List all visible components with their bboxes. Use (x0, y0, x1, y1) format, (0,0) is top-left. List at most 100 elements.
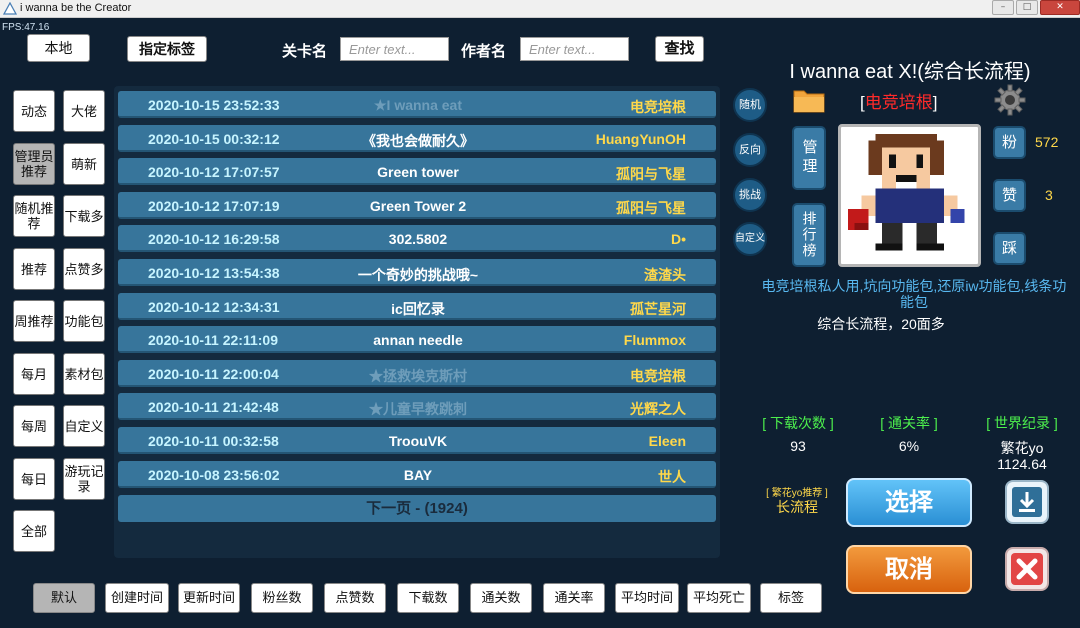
title-bar: i wanna be the Creator – □ ✕ (0, 0, 1080, 18)
level-author: D• (670, 231, 686, 248)
sidebar-item-recommended[interactable]: 推荐 (13, 248, 55, 290)
level-author: Flummox (623, 332, 686, 349)
downloads-value: 93 (790, 438, 806, 454)
level-row[interactable]: 2020-10-11 22:11:09 annan needle Flummox (118, 326, 716, 354)
ranking-button[interactable]: 排行榜 (792, 203, 826, 267)
sidebar-item-monthly[interactable]: 每月 (13, 353, 55, 395)
level-author: HuangYunOH (595, 130, 686, 147)
level-author: 孤芒星河 (630, 300, 686, 317)
clear-rate-value: 6% (898, 438, 920, 454)
sort-updated-button[interactable]: 更新时间 (178, 583, 240, 613)
level-author: 电竞培根 (630, 99, 686, 115)
level-description: 综合长流程，20面多 (817, 316, 945, 332)
level-author-tag[interactable]: [电竞培根] (860, 88, 937, 113)
select-button[interactable]: 选择 (846, 478, 972, 527)
level-row[interactable]: 2020-10-11 00:32:58 TroouVK Eleen (118, 427, 716, 454)
level-name: ★儿童早教跳刺 (369, 401, 467, 418)
manage-button[interactable]: 管理 (792, 126, 826, 190)
clear-rate-label: [ 通关率 ] (880, 415, 938, 431)
fps-counter: FPS:47.16 (2, 22, 50, 33)
level-name: BAY (403, 466, 433, 483)
sidebar-item-feed[interactable]: 动态 (13, 90, 55, 132)
sidebar-item-weekly[interactable]: 每周 (13, 405, 55, 447)
recommend-value: 长流程 (776, 499, 818, 515)
level-date: 2020-10-12 12:34:31 (148, 298, 280, 315)
like-button[interactable]: 赞 (993, 179, 1026, 212)
random-button[interactable]: 随机 (733, 88, 767, 122)
close-icon[interactable] (1005, 547, 1049, 591)
window-title: i wanna be the Creator (20, 2, 132, 14)
close-window-button[interactable]: ✕ (1040, 0, 1080, 15)
level-date: 2020-10-15 00:32:12 (148, 130, 280, 147)
level-author: 孤阳与飞星 (616, 166, 686, 183)
level-author: 孤阳与飞星 (616, 199, 686, 216)
sidebar-item-daily[interactable]: 每日 (13, 458, 55, 500)
sidebar-item-most-likes[interactable]: 点赞多 (63, 248, 105, 290)
level-title: I wanna eat X!(综合长流程) (789, 61, 1031, 83)
sidebar-item-random-picks[interactable]: 随机推荐 (13, 195, 55, 237)
custom-button[interactable]: 自定义 (733, 222, 767, 256)
avatar-pixel-art (847, 133, 965, 251)
level-date: 2020-10-12 13:54:38 (148, 265, 280, 281)
level-row[interactable]: 2020-10-08 23:56:02 BAY 世人 (118, 460, 716, 488)
download-icon[interactable] (1005, 480, 1049, 524)
sort-avg-time-button[interactable]: 平均时间 (615, 583, 679, 613)
sort-avg-deaths-button[interactable]: 平均死亡 (687, 583, 751, 613)
sidebar-item-function-packs[interactable]: 功能包 (63, 300, 105, 342)
sort-default-button[interactable]: 默认 (33, 583, 95, 613)
sort-likes-button[interactable]: 点赞数 (324, 583, 386, 613)
sidebar-item-all[interactable]: 全部 (13, 510, 55, 552)
level-row[interactable]: 2020-10-11 21:42:48 ★儿童早教跳刺 光辉之人 (118, 393, 716, 421)
sidebar-item-weekly-picks[interactable]: 周推荐 (13, 300, 55, 342)
level-row[interactable]: 2020-10-15 23:52:33 ★I wanna eat 电竞培根 (118, 91, 716, 118)
sidebar-item-admin-picks[interactable]: 管理员推荐 (13, 143, 55, 185)
sidebar-item-play-history[interactable]: 游玩记录 (63, 458, 105, 500)
level-date: 2020-10-11 00:32:58 (148, 433, 279, 449)
next-page-button[interactable]: 下一页 - (1924) (118, 495, 716, 522)
sort-downloads-button[interactable]: 下载数 (397, 583, 459, 613)
reverse-button[interactable]: 反向 (733, 133, 767, 167)
search-button[interactable]: 查找 (655, 36, 704, 62)
sidebar-item-asset-packs[interactable]: 素材包 (63, 353, 105, 395)
level-name: 《我也会做耐久》 (362, 132, 474, 149)
level-author: 电竞培根 (630, 367, 686, 384)
sort-tags-button[interactable]: 标签 (760, 583, 822, 613)
folder-icon[interactable] (793, 87, 825, 113)
level-date: 2020-10-08 23:56:02 (148, 466, 280, 483)
sidebar-item-most-downloads[interactable]: 下载多 (63, 195, 105, 237)
fans-button[interactable]: 粉 (993, 126, 1026, 159)
local-button[interactable]: 本地 (27, 34, 90, 62)
dislike-button[interactable]: 踩 (993, 232, 1026, 265)
level-date: 2020-10-11 21:42:48 (148, 399, 279, 416)
level-date: 2020-10-12 16:29:58 (148, 231, 280, 248)
level-row[interactable]: 2020-10-12 17:07:57 Green tower 孤阳与飞星 (118, 158, 716, 186)
level-date: 2020-10-15 23:52:33 (148, 97, 280, 113)
level-row[interactable]: 2020-10-12 17:07:19 Green Tower 2 孤阳与飞星 (118, 191, 716, 219)
author-label: 作者名 (461, 43, 507, 60)
level-row[interactable]: 2020-10-12 16:29:58 302.5802 D• (118, 225, 716, 253)
sidebar-item-experts[interactable]: 大佬 (63, 90, 105, 132)
author-input[interactable]: Enter text... (520, 37, 629, 61)
sort-created-button[interactable]: 创建时间 (105, 583, 169, 613)
level-author: 光辉之人 (630, 401, 686, 418)
maximize-button[interactable]: □ (1016, 0, 1038, 15)
sort-clears-button[interactable]: 通关数 (470, 583, 532, 613)
world-record-label: [ 世界纪录 ] (986, 415, 1058, 431)
level-row[interactable]: 2020-10-15 00:32:12 《我也会做耐久》 HuangYunOH (118, 124, 716, 152)
sort-fans-button[interactable]: 粉丝数 (251, 583, 313, 613)
challenge-button[interactable]: 挑战 (733, 178, 767, 212)
level-description-tags: 电竞培根私人用,坑向功能包,还原iw功能包,线条功能包 (761, 278, 1067, 310)
sort-clear-rate-button[interactable]: 通关率 (543, 583, 605, 613)
minimize-button[interactable]: – (992, 0, 1014, 15)
level-row[interactable]: 2020-10-12 13:54:38 一个奇妙的挑战哦~ 渣渣头 (118, 259, 716, 286)
level-name-input[interactable]: Enter text... (340, 37, 449, 61)
sidebar-item-newbie[interactable]: 萌新 (63, 143, 105, 185)
gear-icon[interactable] (994, 84, 1026, 116)
tags-button[interactable]: 指定标签 (127, 36, 207, 62)
level-row[interactable]: 2020-10-12 12:34:31 ic回忆录 孤芒星河 (118, 292, 716, 320)
level-name: ★拯救埃克斯村 (369, 367, 467, 384)
level-row[interactable]: 2020-10-11 22:00:04 ★拯救埃克斯村 电竞培根 (118, 359, 716, 387)
sidebar-item-custom[interactable]: 自定义 (63, 405, 105, 447)
level-author: 渣渣头 (644, 267, 686, 283)
cancel-button[interactable]: 取消 (846, 545, 972, 594)
